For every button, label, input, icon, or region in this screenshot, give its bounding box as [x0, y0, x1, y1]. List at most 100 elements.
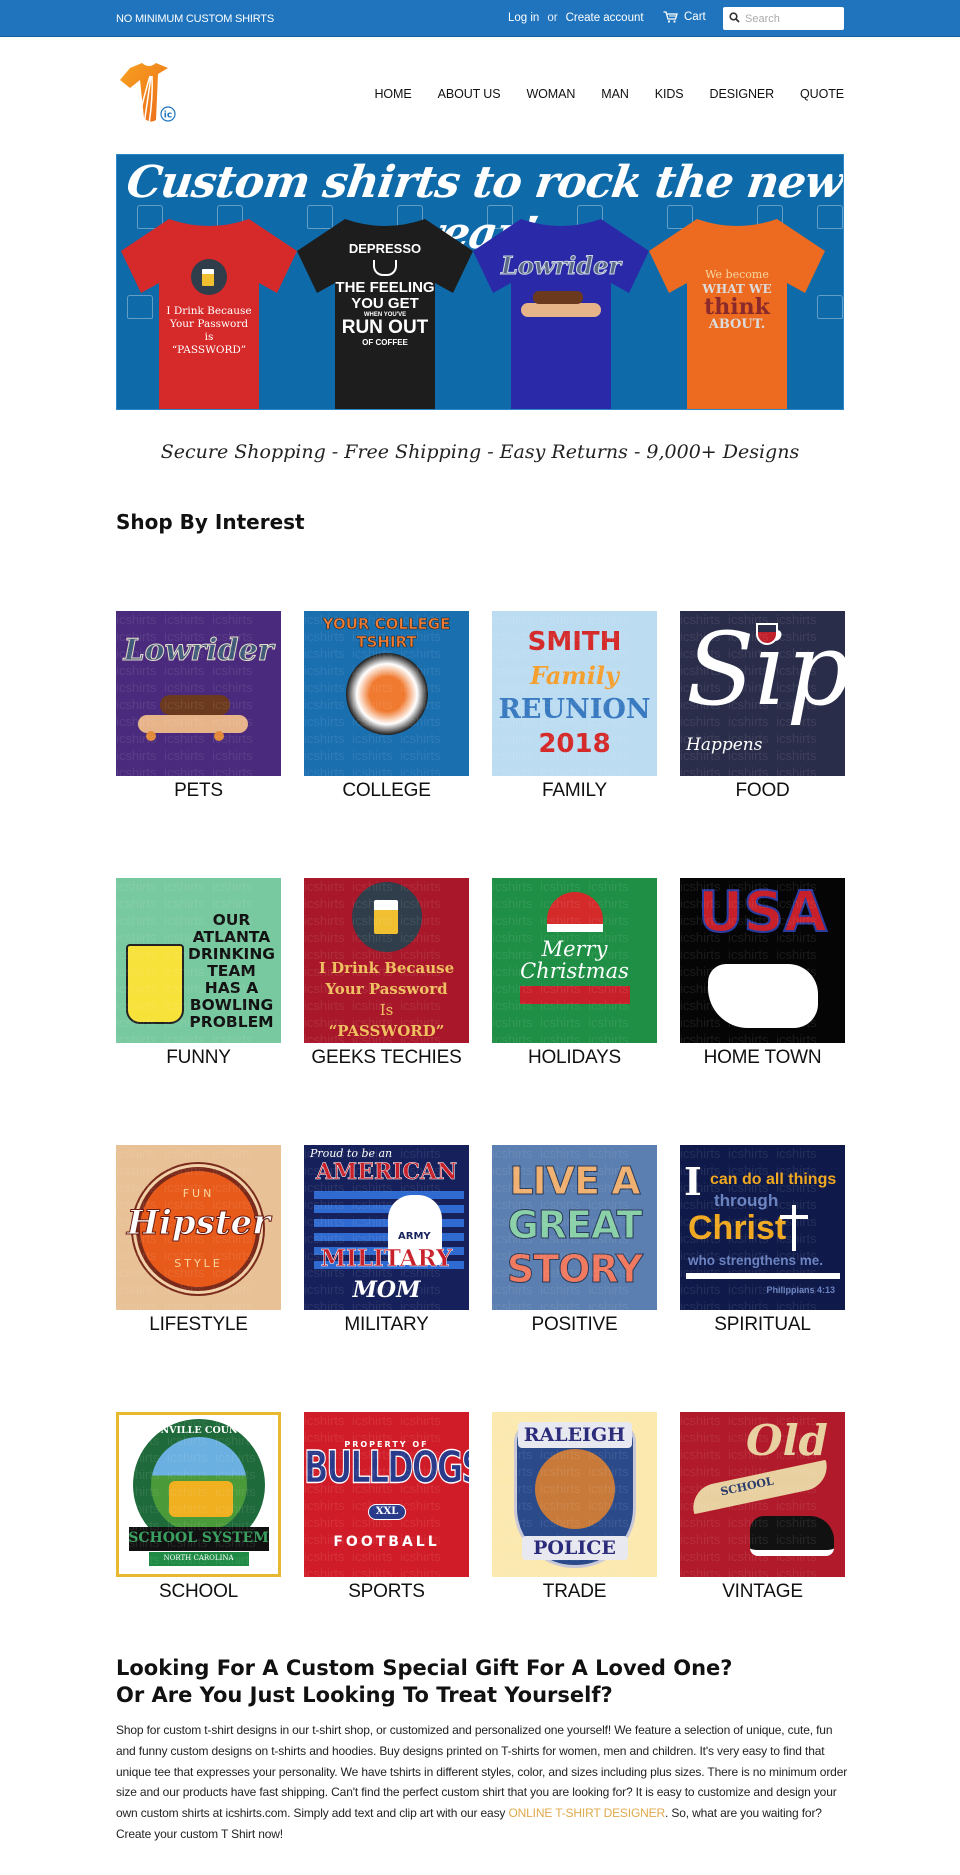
- search-box[interactable]: [723, 7, 844, 30]
- art-text: through: [714, 1191, 779, 1210]
- tiger-icon: [346, 653, 428, 735]
- category-label: SPORTS: [348, 1581, 425, 1602]
- category-tile-positive[interactable]: LIVE A GREAT STORY icshirts icshirts ics…: [492, 1145, 657, 1336]
- art-text: STYLE: [174, 1257, 223, 1270]
- art-text: can do all things: [710, 1171, 837, 1188]
- art-text: SCHOOL SYSTEM: [128, 1530, 269, 1546]
- nav-woman[interactable]: WOMAN: [526, 87, 575, 101]
- cart-link[interactable]: Cart: [663, 11, 706, 23]
- account-links: Log in or Create account: [508, 12, 644, 24]
- art-text: USA: [697, 879, 828, 946]
- cart-icon: [663, 11, 678, 23]
- shirt-text: OF COFFEE: [362, 338, 408, 347]
- art-text: “PASSWORD”: [328, 1022, 445, 1040]
- online-designer-link[interactable]: ONLINE T-SHIRT DESIGNER: [508, 1806, 665, 1820]
- cart-label: Cart: [684, 11, 706, 23]
- watermark: icshirts icshirts icshirts icshirts icsh…: [304, 1413, 441, 1577]
- shirt-text: ABOUT.: [708, 317, 766, 332]
- login-link[interactable]: Log in: [508, 12, 539, 24]
- art-text: Lowrider: [123, 633, 274, 669]
- ribbon-icon: [520, 986, 630, 1004]
- art-text: I Drink Because: [318, 959, 455, 977]
- category-tile-geeks-techies[interactable]: I Drink Because Your Password Is “PASSWO…: [304, 878, 469, 1069]
- dachshund-skateboard-icon: [521, 291, 601, 317]
- search-input[interactable]: [745, 12, 837, 25]
- art-text: PROBLEM: [189, 1013, 274, 1031]
- or-separator: or: [547, 12, 558, 24]
- gift-heading: Looking For A Custom Special Gift For A …: [116, 1655, 732, 1709]
- category-image: I can do all things through Christ who s…: [680, 1145, 845, 1310]
- art-text: GREAT: [507, 1203, 643, 1248]
- art-text: Merry: [541, 937, 608, 961]
- category-tile-sports[interactable]: PROPERTY OF BULLDOGS XXL FOOTBALL icshir…: [304, 1412, 469, 1603]
- site-logo[interactable]: ic: [116, 60, 184, 128]
- art-text: Christmas: [520, 959, 629, 983]
- category-tile-lifestyle[interactable]: FUN Hipster STYLE icshirts icshirts icsh…: [116, 1145, 281, 1336]
- category-tile-college[interactable]: YOUR COLLEGE TSHIRT icshirts icshirts ic…: [304, 611, 469, 802]
- category-label: MILITARY: [344, 1314, 429, 1335]
- art-text: Old: [746, 1416, 828, 1465]
- nav-about-us[interactable]: ABOUT US: [438, 87, 501, 101]
- svg-text:ic: ic: [164, 111, 172, 121]
- art-text: SMITH: [527, 627, 622, 657]
- nav-home[interactable]: HOME: [374, 87, 411, 101]
- main-nav: HOME ABOUT US WOMAN MAN KIDS DESIGNER QU…: [348, 87, 844, 101]
- art-text: Is: [379, 1001, 394, 1019]
- gift-paragraph: Shop for custom t-shirt designs in our t…: [116, 1720, 851, 1845]
- shirt-text: think: [704, 294, 770, 320]
- art-text: I: [684, 1159, 702, 1204]
- category-tile-trade[interactable]: RALEIGH POLICE icshirts icshirts icshirt…: [492, 1412, 657, 1603]
- category-tile-holidays[interactable]: Merry Christmas icshirts icshirts icshir…: [492, 878, 657, 1069]
- category-tile-family[interactable]: SMITH Family REUNION 2018 icshirts icshi…: [492, 611, 657, 802]
- category-label: HOME TOWN: [703, 1047, 822, 1068]
- gift-heading-line2: Or Are You Just Looking To Treat Yoursel…: [116, 1683, 613, 1707]
- shirt-text: I Drink Because: [166, 305, 252, 317]
- art-text: FUN: [182, 1187, 215, 1200]
- category-tile-pets[interactable]: Lowrider icshirts icshirts icshirts icsh…: [116, 611, 281, 802]
- beer-mug-icon: [191, 259, 227, 295]
- search-icon: [729, 10, 740, 28]
- shirt-text: Lowrider: [501, 251, 622, 281]
- beer-bowling-icon: [126, 944, 184, 1024]
- nav-man[interactable]: MAN: [601, 87, 629, 101]
- category-label: VINTAGE: [722, 1581, 803, 1602]
- top-bar: NO MINIMUM CUSTOM SHIRTS Log in or Creat…: [0, 0, 960, 37]
- nav-quote[interactable]: QUOTE: [800, 87, 844, 101]
- hero-shirt-red: I Drink Because Your Password is “PASSWO…: [119, 211, 299, 409]
- hero-banner[interactable]: Custom shirts to rock the new year! I Dr…: [116, 154, 844, 410]
- cross-icon: [780, 1205, 808, 1251]
- category-tile-vintage[interactable]: Old SCHOOL icshirts icshirts icshirts ic…: [680, 1412, 845, 1603]
- coffee-cup-icon: [373, 260, 397, 276]
- art-text: TEAM: [207, 962, 256, 980]
- category-image: I Drink Because Your Password Is “PASSWO…: [304, 878, 469, 1043]
- art-text: MOM: [352, 1277, 421, 1303]
- art-text: RALEIGH: [523, 1424, 626, 1446]
- category-image: Lowrider icshirts icshirts icshirts icsh…: [116, 611, 281, 776]
- tagline: Secure Shopping - Free Shipping - Easy R…: [160, 441, 800, 463]
- category-tile-school[interactable]: FUNVILLE COUNTY SCHOOL SYSTEM NORTH CARO…: [116, 1412, 281, 1603]
- shirt-text: YOU GET: [351, 295, 419, 312]
- category-tile-funny[interactable]: OUR ATLANTA DRINKING TEAM HAS A BOWLING …: [116, 878, 281, 1069]
- art-text: Christ: [688, 1209, 787, 1247]
- shirt-text: DEPRESSO: [348, 241, 422, 256]
- category-tile-food[interactable]: Sip Happens icshirts icshirts icshirts i…: [680, 611, 845, 802]
- category-label: PETS: [174, 780, 223, 801]
- nav-kids[interactable]: KIDS: [655, 87, 684, 101]
- category-image: YOUR COLLEGE TSHIRT icshirts icshirts ic…: [304, 611, 469, 776]
- nav-designer[interactable]: DESIGNER: [710, 87, 775, 101]
- art-text: FUNVILLE COUNTY: [145, 1425, 252, 1436]
- create-account-link[interactable]: Create account: [566, 12, 644, 24]
- category-image: Merry Christmas icshirts icshirts icshir…: [492, 878, 657, 1043]
- category-tile-military[interactable]: Proud to be an AMERICAN ARMY MILITARY MO…: [304, 1145, 469, 1336]
- category-label: FAMILY: [542, 780, 607, 801]
- gift-heading-line1: Looking For A Custom Special Gift For A …: [116, 1656, 733, 1680]
- shop-by-interest-title: Shop By Interest: [116, 510, 305, 534]
- category-image: Old SCHOOL icshirts icshirts icshirts ic…: [680, 1412, 845, 1577]
- art-text: DRINKING: [188, 945, 276, 963]
- category-tile-home-town[interactable]: USA icshirts icshirts icshirts icshirts …: [680, 878, 845, 1069]
- category-image: SMITH Family REUNION 2018 icshirts icshi…: [492, 611, 657, 776]
- category-label: FUNNY: [166, 1047, 231, 1068]
- category-tile-spiritual[interactable]: I can do all things through Christ who s…: [680, 1145, 845, 1336]
- category-label: POSITIVE: [531, 1314, 618, 1335]
- sneaker-icon: [750, 1516, 834, 1556]
